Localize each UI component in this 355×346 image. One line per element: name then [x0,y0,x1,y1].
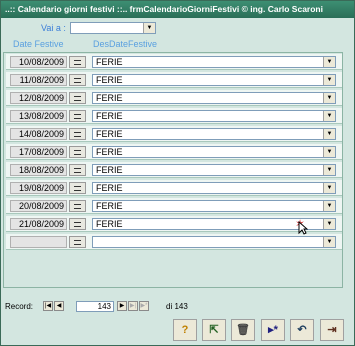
action-toolbar: ? ⇱ 🗑 ▸* ↶ ⇥ [173,319,349,341]
calendar-button[interactable] [69,56,86,68]
table-row: 12/08/2009 FERIE ▼ [6,90,342,106]
record-total: di 143 [166,302,188,311]
calendar-button[interactable] [69,236,86,248]
main-window: ..:: Calendario giorni festivi ::.. frmC… [0,0,355,346]
date-field[interactable]: 14/08/2009 [10,128,67,140]
description-field[interactable]: FERIE ▼ [92,146,336,158]
calendar-button[interactable] [69,74,86,86]
new-record-nav-icon[interactable]: ▶* [139,301,149,311]
help-icon[interactable]: ? [173,319,197,341]
calendar-button[interactable] [69,146,86,158]
calendar-button[interactable] [69,128,86,140]
dropdown-arrow-icon[interactable]: ▼ [323,75,335,85]
dropdown-arrow-icon[interactable]: ▼ [323,147,335,157]
window-title: ..:: Calendario giorni festivi ::.. frmC… [1,1,354,18]
records-grid: 10/08/2009 FERIE ▼ 11/08/2009 FERIE ▼ 12/0… [3,52,343,288]
goto-select[interactable]: ▼ [70,22,156,34]
description-field[interactable]: FERIE ▼ [92,74,336,86]
description-field[interactable]: FERIE ▼ [92,164,336,176]
dropdown-arrow-icon[interactable]: ▼ [323,165,335,175]
table-row: 13/08/2009 FERIE ▼ [6,108,342,124]
description-field[interactable]: FERIE ▼ [92,200,336,212]
table-row: 20/08/2009 FERIE ▼ [6,198,342,214]
dropdown-arrow-icon[interactable]: ▼ [323,219,335,229]
description-field[interactable]: FERIE ▼ [92,128,336,140]
record-label: Record: [5,302,34,311]
table-row: 10/08/2009 FERIE ▼ [6,54,342,70]
next-record-icon[interactable]: ▶ [117,301,127,311]
date-field[interactable]: 13/08/2009 [10,110,67,122]
goto-label: Vai a : [41,23,66,33]
date-field[interactable]: 11/08/2009 [10,74,67,86]
date-field[interactable]: 18/08/2009 [10,164,67,176]
calendar-button[interactable] [69,200,86,212]
exit-icon[interactable]: ⇥ [320,319,344,341]
dropdown-arrow-icon[interactable]: ▼ [323,57,335,67]
date-field[interactable]: 21/08/2009 [10,218,67,230]
description-field[interactable]: FERIE ▼ [92,56,336,68]
table-row: 11/08/2009 FERIE ▼ [6,72,342,88]
description-field[interactable]: FERIE ▼ [92,182,336,194]
dropdown-arrow-icon[interactable]: ▼ [323,237,335,247]
dropdown-arrow-icon[interactable]: ▼ [323,93,335,103]
new-record-icon[interactable]: ▸* [261,319,285,341]
undo-icon[interactable]: ↶ [290,319,314,341]
calendar-button[interactable] [69,182,86,194]
mouse-pointer-icon [298,221,308,235]
date-field[interactable]: 19/08/2009 [10,182,67,194]
calendar-button[interactable] [69,164,86,176]
record-navigator: Record: |◀ ◀ 143 ▶ ▶| ▶* di 143 [3,299,343,315]
calendar-button[interactable] [69,92,86,104]
dropdown-arrow-icon[interactable]: ▼ [323,201,335,211]
description-field[interactable]: FERIE ▼ [92,110,336,122]
description-field[interactable]: ▼ [92,236,336,248]
dropdown-arrow-icon[interactable]: ▼ [323,183,335,193]
delete-icon[interactable]: 🗑 [231,319,255,341]
previous-record-icon[interactable]: ◀ [54,301,64,311]
current-record-input[interactable]: 143 [76,301,114,312]
date-field[interactable] [10,236,67,248]
date-field[interactable]: 10/08/2009 [10,56,67,68]
date-field[interactable]: 12/08/2009 [10,92,67,104]
calendar-button[interactable] [69,218,86,230]
dropdown-arrow-icon[interactable]: ▼ [143,23,155,33]
last-record-icon[interactable]: ▶| [128,301,138,311]
description-field[interactable]: FERIE ▼ [92,92,336,104]
calendar-button[interactable] [69,110,86,122]
table-row: 21/08/2009 FERIE ▼ [6,216,342,232]
dropdown-arrow-icon[interactable]: ▼ [323,129,335,139]
search-record-icon[interactable]: ⇱ [202,319,226,341]
table-row: 19/08/2009 FERIE ▼ [6,180,342,196]
dropdown-arrow-icon[interactable]: ▼ [323,111,335,121]
date-field[interactable]: 20/08/2009 [10,200,67,212]
column-header-date: Date Festive [13,39,64,49]
table-row-new: ▼ [6,234,342,250]
table-row: 17/08/2009 FERIE ▼ [6,144,342,160]
first-record-icon[interactable]: |◀ [43,301,53,311]
date-field[interactable]: 17/08/2009 [10,146,67,158]
column-header-description: DesDateFestive [93,39,158,49]
table-row: 14/08/2009 FERIE ▼ [6,126,342,142]
table-row: 18/08/2009 FERIE ▼ [6,162,342,178]
